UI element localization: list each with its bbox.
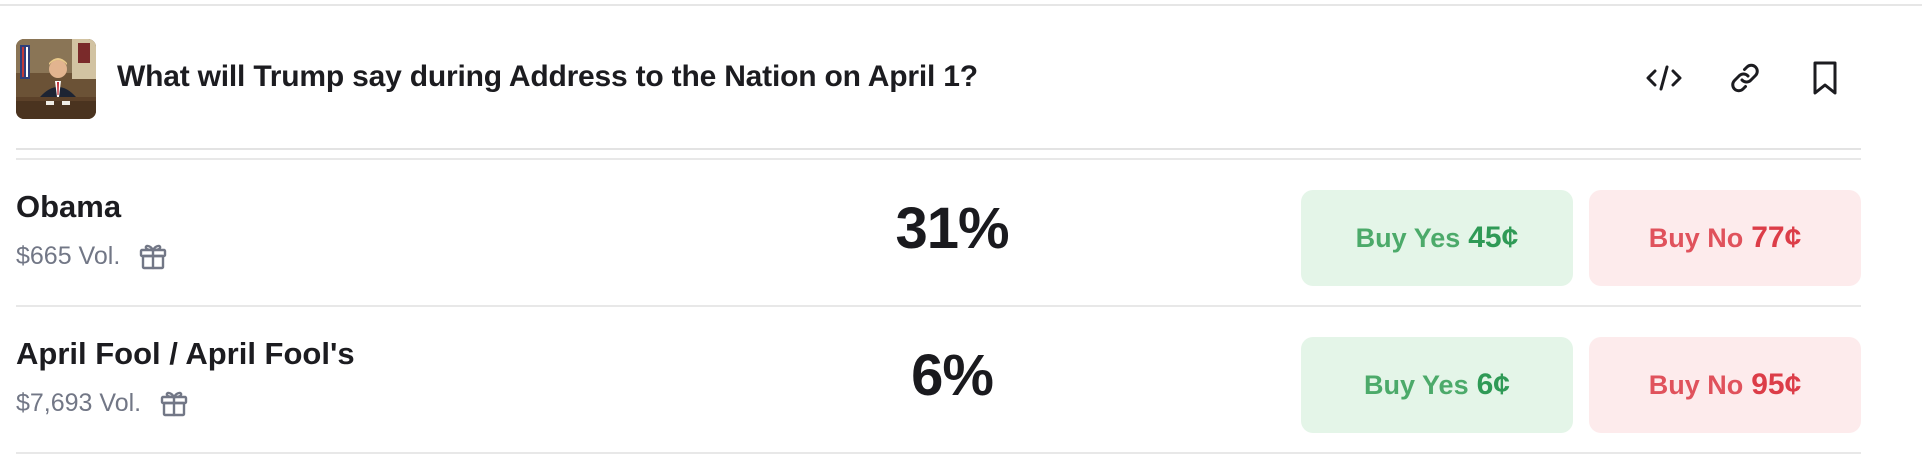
embed-code-icon[interactable]: [1641, 55, 1687, 101]
bookmark-icon[interactable]: [1802, 55, 1848, 101]
buy-no-button[interactable]: Buy No 95¢: [1589, 337, 1861, 433]
link-icon[interactable]: [1722, 55, 1768, 101]
outcome-volume: $7,693 Vol.: [16, 388, 142, 417]
outcome-row[interactable]: Obama $665 Vol. 31% Buy Yes 45¢ Buy No 7…: [16, 159, 1861, 307]
outcome-chance: 31%: [895, 196, 1009, 261]
buy-yes-price: 45¢: [1468, 221, 1519, 254]
outcome-volume: $665 Vol.: [16, 241, 121, 270]
buy-yes-label: Buy Yes: [1364, 369, 1469, 400]
buy-no-label: Buy No: [1648, 222, 1744, 253]
gift-icon[interactable]: [159, 388, 189, 418]
outcome-name: Obama: [16, 189, 122, 224]
market-header: What will Trump say during Address to th…: [16, 38, 1861, 120]
market-thumbnail-image: [16, 39, 96, 119]
buy-no-button[interactable]: Buy No 77¢: [1589, 190, 1861, 286]
market-thumbnail[interactable]: [16, 39, 96, 119]
buy-no-price: 77¢: [1751, 221, 1802, 254]
buy-yes-label: Buy Yes: [1355, 222, 1461, 253]
buy-yes-price: 6¢: [1476, 368, 1510, 401]
outcome-row[interactable]: April Fool / April Fool's $7,693 Vol. 6%…: [16, 306, 1861, 454]
header-divider: [16, 148, 1861, 150]
outcome-chance: 6%: [911, 343, 994, 408]
outcome-name: April Fool / April Fool's: [16, 336, 355, 371]
market-title[interactable]: What will Trump say during Address to th…: [117, 60, 978, 94]
buy-no-price: 95¢: [1751, 368, 1802, 401]
buy-no-label: Buy No: [1648, 369, 1744, 400]
gift-icon[interactable]: [138, 241, 168, 271]
buy-yes-button[interactable]: Buy Yes 45¢: [1301, 190, 1573, 286]
buy-yes-button[interactable]: Buy Yes 6¢: [1301, 337, 1573, 433]
row-divider: [16, 452, 1861, 454]
market-card: What will Trump say during Address to th…: [16, 6, 1861, 456]
outcome-meta: $665 Vol.: [16, 241, 168, 271]
outcome-meta: $7,693 Vol.: [16, 388, 189, 418]
